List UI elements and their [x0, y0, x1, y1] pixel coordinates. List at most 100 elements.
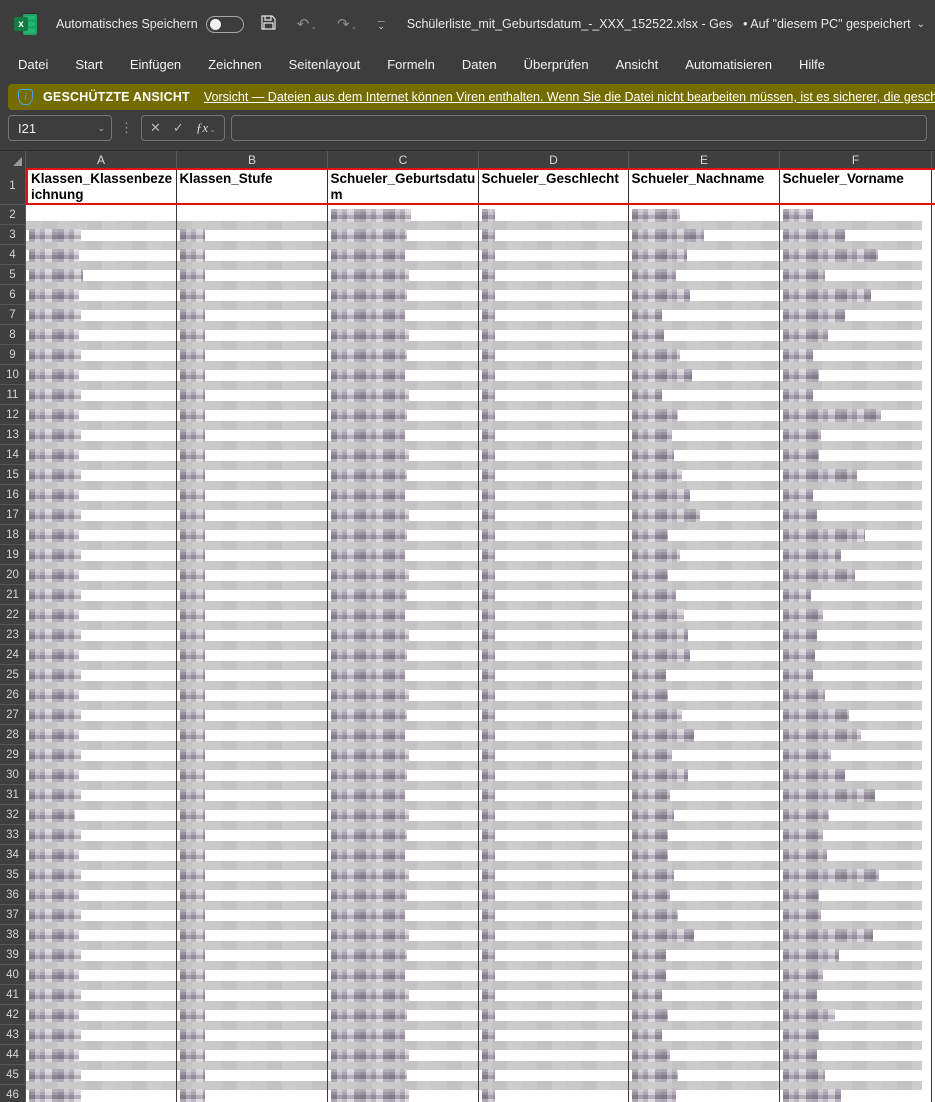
cell-f19[interactable] [780, 545, 932, 565]
row-number[interactable]: 33 [0, 825, 26, 845]
cell-d32[interactable] [479, 805, 629, 825]
cell-c42[interactable] [328, 1005, 479, 1025]
cell-f15[interactable] [780, 465, 932, 485]
cell-d20[interactable] [479, 565, 629, 585]
cell-e34[interactable] [629, 845, 780, 865]
cell-c24[interactable] [328, 645, 479, 665]
formula-bar-grip-icon[interactable]: ⋮ [118, 120, 135, 136]
cell-f23[interactable] [780, 625, 932, 645]
cell-b39[interactable] [177, 945, 328, 965]
cell-a27[interactable] [26, 705, 177, 725]
cell-c11[interactable] [328, 385, 479, 405]
cell-e42[interactable] [629, 1005, 780, 1025]
cell-c10[interactable] [328, 365, 479, 385]
cell-b5[interactable] [177, 265, 328, 285]
cell-e10[interactable] [629, 365, 780, 385]
cell-e28[interactable] [629, 725, 780, 745]
cell-d43[interactable] [479, 1025, 629, 1045]
cell-d27[interactable] [479, 705, 629, 725]
cell-d12[interactable] [479, 405, 629, 425]
cell-d11[interactable] [479, 385, 629, 405]
cell-e30[interactable] [629, 765, 780, 785]
cell-a25[interactable] [26, 665, 177, 685]
cell-a21[interactable] [26, 585, 177, 605]
cell-d6[interactable] [479, 285, 629, 305]
header-cell-d1[interactable]: Schueler_Geschlecht [479, 170, 629, 203]
cell-d14[interactable] [479, 445, 629, 465]
cell-b4[interactable] [177, 245, 328, 265]
cell-a24[interactable] [26, 645, 177, 665]
row-number[interactable]: 37 [0, 905, 26, 925]
cell-e24[interactable] [629, 645, 780, 665]
tab-hilfe[interactable]: Hilfe [799, 57, 825, 72]
row-number[interactable]: 4 [0, 245, 26, 265]
cell-f4[interactable] [780, 245, 932, 265]
cell-c17[interactable] [328, 505, 479, 525]
cell-b9[interactable] [177, 345, 328, 365]
cell-b21[interactable] [177, 585, 328, 605]
cell-d16[interactable] [479, 485, 629, 505]
cell-b41[interactable] [177, 985, 328, 1005]
header-cell-a1[interactable]: Klassen_Klassenbezeichnung [28, 170, 177, 203]
row-number[interactable]: 32 [0, 805, 26, 825]
cell-b7[interactable] [177, 305, 328, 325]
cell-b22[interactable] [177, 605, 328, 625]
cell-a38[interactable] [26, 925, 177, 945]
cell-b11[interactable] [177, 385, 328, 405]
cell-d30[interactable] [479, 765, 629, 785]
cell-b31[interactable] [177, 785, 328, 805]
document-title[interactable]: Schülerliste_mit_Geburtsdatum_-_XXX_1525… [407, 17, 733, 31]
cell-c28[interactable] [328, 725, 479, 745]
cell-f8[interactable] [780, 325, 932, 345]
cell-e13[interactable] [629, 425, 780, 445]
row-number[interactable]: 43 [0, 1025, 26, 1045]
row-number[interactable]: 41 [0, 985, 26, 1005]
cell-c38[interactable] [328, 925, 479, 945]
cell-a7[interactable] [26, 305, 177, 325]
cell-a6[interactable] [26, 285, 177, 305]
header-cell-c1[interactable]: Schueler_Geburtsdatum [328, 170, 479, 203]
name-box-chevron-icon[interactable]: ⌄ [97, 123, 105, 134]
column-header-c[interactable]: C [328, 151, 479, 168]
cell-c35[interactable] [328, 865, 479, 885]
cell-e31[interactable] [629, 785, 780, 805]
cell-d36[interactable] [479, 885, 629, 905]
cell-a16[interactable] [26, 485, 177, 505]
cell-f34[interactable] [780, 845, 932, 865]
cell-e25[interactable] [629, 665, 780, 685]
cell-f29[interactable] [780, 745, 932, 765]
row-number[interactable]: 42 [0, 1005, 26, 1025]
cell-a30[interactable] [26, 765, 177, 785]
cell-f7[interactable] [780, 305, 932, 325]
cell-f45[interactable] [780, 1065, 932, 1085]
row-number[interactable]: 9 [0, 345, 26, 365]
cell-f21[interactable] [780, 585, 932, 605]
cell-a9[interactable] [26, 345, 177, 365]
cell-b42[interactable] [177, 1005, 328, 1025]
row-number[interactable]: 23 [0, 625, 26, 645]
cell-c9[interactable] [328, 345, 479, 365]
row-number[interactable]: 17 [0, 505, 26, 525]
cell-d35[interactable] [479, 865, 629, 885]
cell-b2[interactable] [177, 205, 328, 225]
row-number[interactable]: 25 [0, 665, 26, 685]
cell-b23[interactable] [177, 625, 328, 645]
cell-c36[interactable] [328, 885, 479, 905]
cell-c4[interactable] [328, 245, 479, 265]
row-number[interactable]: 34 [0, 845, 26, 865]
cell-c12[interactable] [328, 405, 479, 425]
cell-a13[interactable] [26, 425, 177, 445]
row-number[interactable]: 40 [0, 965, 26, 985]
cell-e38[interactable] [629, 925, 780, 945]
autosave-toggle[interactable] [205, 15, 244, 33]
cell-d22[interactable] [479, 605, 629, 625]
cell-e7[interactable] [629, 305, 780, 325]
cell-b16[interactable] [177, 485, 328, 505]
row-number[interactable]: 35 [0, 865, 26, 885]
cell-e16[interactable] [629, 485, 780, 505]
cell-b8[interactable] [177, 325, 328, 345]
cell-f44[interactable] [780, 1045, 932, 1065]
cell-c6[interactable] [328, 285, 479, 305]
row-number[interactable]: 46 [0, 1085, 26, 1102]
cell-a19[interactable] [26, 545, 177, 565]
